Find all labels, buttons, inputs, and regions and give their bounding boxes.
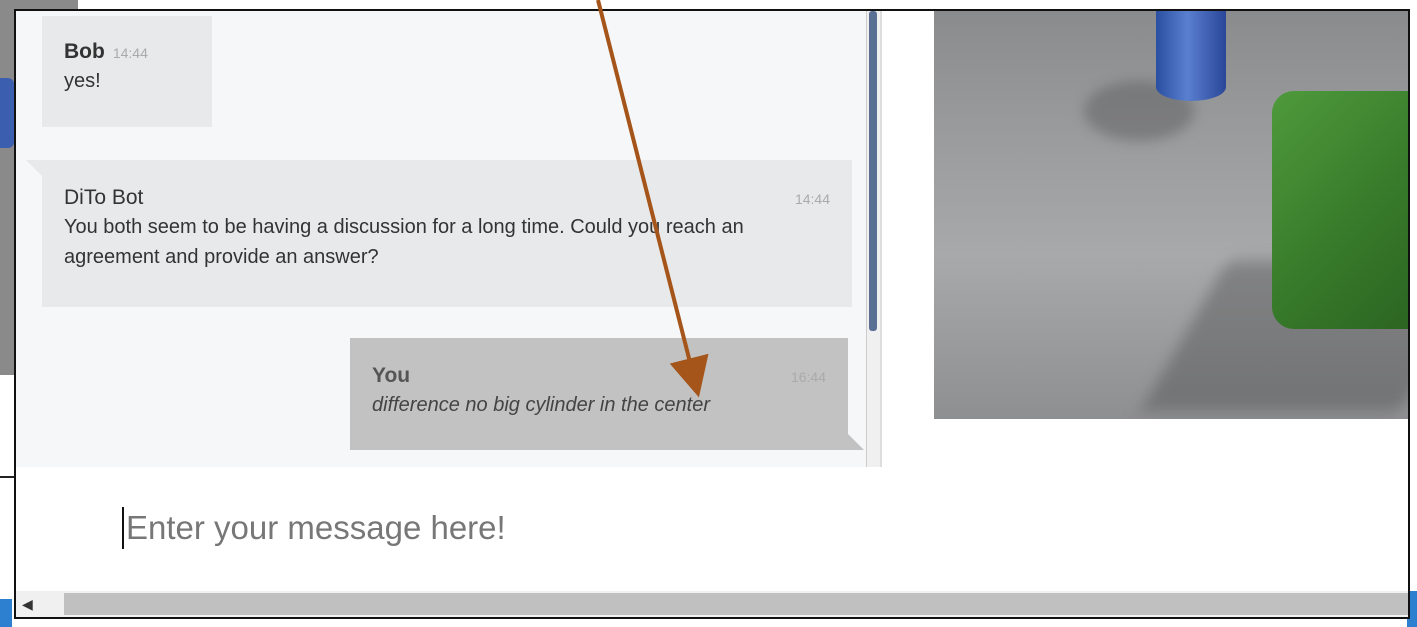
chat-scrollbar[interactable] (866, 11, 880, 467)
chat-window: Bob 14:44 yes! DiTo Bot 14:44 You both se… (14, 9, 1410, 619)
chat-scroll-thumb[interactable] (869, 11, 877, 331)
message-text: yes! (64, 70, 101, 92)
message-input[interactable]: Enter your message here! (16, 467, 1408, 591)
message-time: 16:44 (790, 369, 826, 385)
blue-cylinder (1156, 11, 1226, 101)
green-cube (1272, 91, 1408, 329)
scene-image (934, 11, 1408, 419)
triangle-left-icon[interactable]: ◀ (22, 595, 33, 613)
message-sender: DiTo Bot (64, 186, 144, 209)
message-sender: Bob (64, 40, 105, 63)
message-time: 14:44 (794, 191, 830, 207)
background-taskbar-left (0, 599, 12, 627)
message-text: You both seem to be having a discussion … (64, 216, 744, 268)
message-sender: You (372, 364, 411, 387)
text-caret (122, 507, 124, 549)
message-bob: Bob 14:44 yes! (42, 16, 212, 127)
message-bot: DiTo Bot 14:44 You both seem to be havin… (26, 160, 852, 307)
pane-divider (880, 11, 882, 467)
chat-history: Bob 14:44 yes! DiTo Bot 14:44 You both se… (16, 11, 866, 467)
message-text: difference no big cylinder in the center (372, 394, 710, 416)
message-time: 14:44 (112, 45, 148, 61)
horizontal-scrollbar[interactable]: ◀ (16, 591, 1408, 617)
message-own: You 16:44 difference no big cylinder in … (350, 338, 864, 450)
background-cylinder (0, 78, 14, 148)
message-input-placeholder[interactable]: Enter your message here! (126, 507, 506, 549)
horizontal-scroll-thumb[interactable] (64, 593, 1408, 615)
